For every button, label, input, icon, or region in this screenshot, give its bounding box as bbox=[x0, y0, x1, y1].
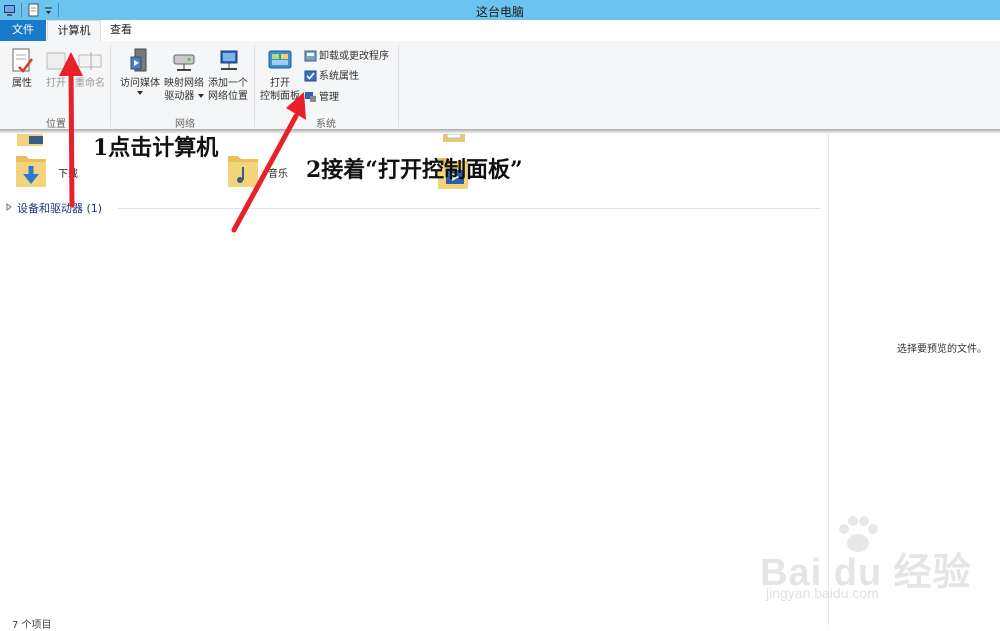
annotation-step2: 2接着“打开控制面板” bbox=[306, 157, 523, 183]
arrow-step1 bbox=[59, 52, 83, 208]
annotation-arrows bbox=[59, 52, 306, 233]
annotation-step1: 1点击计算机 bbox=[93, 135, 219, 161]
arrow-step2 bbox=[231, 92, 306, 233]
